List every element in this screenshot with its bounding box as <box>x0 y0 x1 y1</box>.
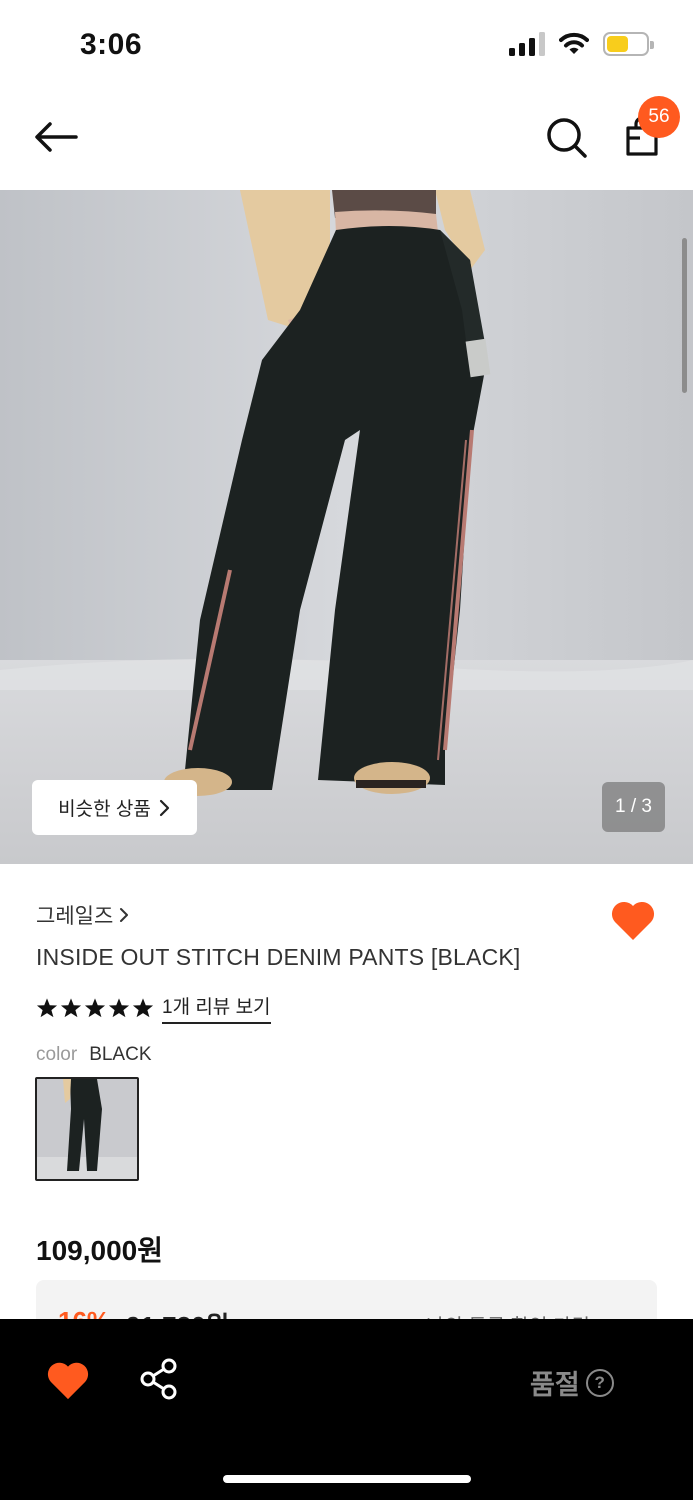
brand-link[interactable]: 그레일즈 <box>36 900 129 930</box>
product-photo <box>0 190 693 864</box>
soldout-label: 품절 <box>530 1370 580 1400</box>
color-value: BLACK <box>89 1044 152 1065</box>
cellular-signal-icon <box>509 32 545 56</box>
product-title: INSIDE OUT STITCH DENIM PANTS [BLACK] <box>36 944 521 970</box>
top-nav: 56 <box>0 90 693 190</box>
share-icon <box>140 1358 177 1400</box>
color-swatch-thumbnail <box>37 1079 137 1179</box>
soldout-status[interactable]: 품절 ? <box>530 1363 614 1402</box>
bottom-wishlist-button[interactable] <box>46 1359 90 1401</box>
status-time: 3:06 <box>80 28 143 61</box>
chevron-right-icon <box>159 799 169 816</box>
star-icon <box>60 998 82 1018</box>
help-icon[interactable]: ? <box>585 1368 614 1397</box>
scroll-indicator <box>682 238 687 393</box>
wishlist-button[interactable] <box>610 898 656 942</box>
wifi-icon <box>559 32 589 54</box>
share-button[interactable] <box>138 1357 180 1401</box>
back-button[interactable] <box>30 114 82 160</box>
brand-name: 그레일즈 <box>36 905 114 928</box>
rating-stars <box>36 997 154 1019</box>
cart-count-badge: 56 <box>638 96 680 138</box>
color-swatch-black[interactable] <box>35 1077 139 1181</box>
similar-products-label: 비슷한 상품 <box>58 799 151 820</box>
star-icon <box>36 998 58 1018</box>
rating-row: 1개 리뷰 보기 <box>36 992 271 1024</box>
chevron-right-icon <box>120 908 129 922</box>
star-icon <box>108 998 130 1018</box>
review-link[interactable]: 1개 리뷰 보기 <box>162 992 271 1024</box>
similar-products-button[interactable]: 비슷한 상품 <box>32 780 197 835</box>
status-icons <box>509 32 654 56</box>
search-button[interactable] <box>543 114 591 162</box>
search-icon <box>547 118 587 158</box>
home-indicator <box>223 1475 471 1483</box>
color-row: color BLACK <box>36 1044 152 1066</box>
product-price: 109,000원 <box>36 1235 163 1266</box>
product-image-carousel[interactable]: 비슷한 상품 1 / 3 <box>0 190 693 864</box>
star-icon <box>132 998 154 1018</box>
image-page-indicator: 1 / 3 <box>602 782 665 832</box>
status-bar: 3:06 <box>0 0 693 90</box>
heart-icon <box>47 1362 89 1400</box>
arrow-left-icon <box>35 122 78 152</box>
battery-icon <box>603 32 654 56</box>
heart-icon <box>611 901 655 940</box>
bottom-action-bar: 품절 ? <box>0 1319 693 1500</box>
color-label: color <box>36 1044 78 1065</box>
star-icon <box>84 998 106 1018</box>
